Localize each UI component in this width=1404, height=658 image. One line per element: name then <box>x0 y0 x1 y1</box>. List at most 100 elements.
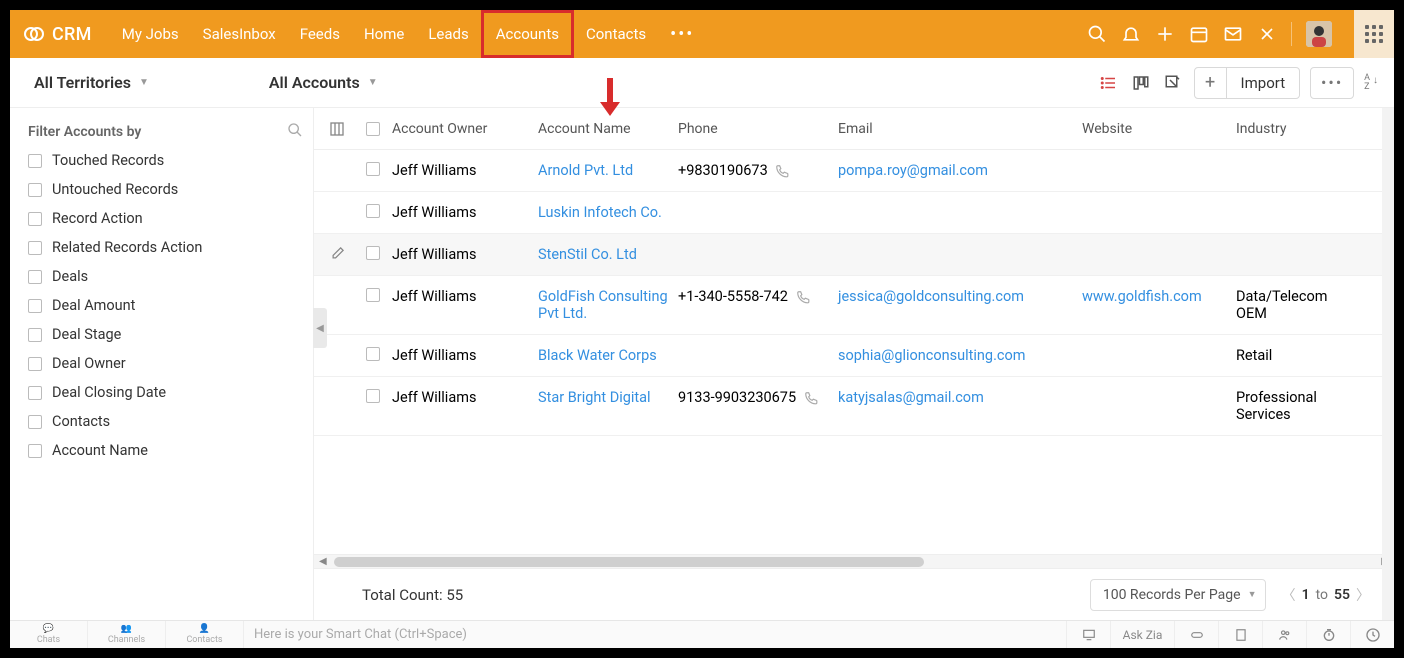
filter-item[interactable]: Untouched Records <box>28 181 303 198</box>
mail-icon[interactable] <box>1223 24 1243 44</box>
checkbox[interactable] <box>28 299 42 313</box>
canvas-view-icon[interactable] <box>1162 72 1184 94</box>
avatar[interactable] <box>1306 21 1332 47</box>
filter-item[interactable]: Related Records Action <box>28 239 303 256</box>
sort-az-button[interactable]: AZ <box>1364 74 1370 92</box>
table-row[interactable]: Jeff WilliamsGoldFish Consulting Pvt Ltd… <box>314 276 1394 335</box>
header-industry[interactable]: Industry <box>1236 121 1360 137</box>
nav-leads[interactable]: Leads <box>416 10 480 58</box>
smart-chat-hint[interactable]: Here is your Smart Chat (Ctrl+Space) <box>244 627 1066 642</box>
table-row[interactable]: Jeff WilliamsArnold Pvt. Ltd+9830190673 … <box>314 150 1394 192</box>
checkbox[interactable] <box>28 328 42 342</box>
phone-icon[interactable] <box>804 389 818 406</box>
filter-item[interactable]: Deal Closing Date <box>28 384 303 401</box>
phone-icon[interactable] <box>796 288 810 305</box>
pager-next[interactable]: 〉 <box>1356 585 1370 605</box>
nav-home[interactable]: Home <box>352 10 416 58</box>
bell-icon[interactable] <box>1121 24 1141 44</box>
table-row[interactable]: Jeff WilliamsStar Bright Digital9133-990… <box>314 377 1394 436</box>
vertical-scrollbar[interactable] <box>1382 108 1394 620</box>
email-link[interactable] <box>838 204 1082 221</box>
account-name-link[interactable]: StenStil Co. Ltd <box>538 246 678 263</box>
sidebar-collapse-handle[interactable]: ◀ <box>313 308 327 348</box>
filter-item[interactable]: Touched Records <box>28 152 303 169</box>
filter-search-icon[interactable] <box>287 122 303 142</box>
website-link[interactable] <box>1082 162 1236 179</box>
nav-feeds[interactable]: Feeds <box>288 10 352 58</box>
column-settings-icon[interactable] <box>320 121 354 137</box>
bottom-tab-chats[interactable]: 💬Chats <box>10 621 88 648</box>
website-link[interactable]: www.goldfish.com <box>1082 288 1236 322</box>
records-per-page-dropdown[interactable]: 100 Records Per Page ▼ <box>1090 579 1266 611</box>
row-checkbox[interactable] <box>366 162 380 176</box>
checkbox[interactable] <box>28 183 42 197</box>
website-link[interactable] <box>1082 389 1236 423</box>
website-link[interactable] <box>1082 246 1236 263</box>
website-link[interactable] <box>1082 204 1236 221</box>
account-name-link[interactable]: Arnold Pvt. Ltd <box>538 162 678 179</box>
filter-item[interactable]: Deals <box>28 268 303 285</box>
nav-salesinbox[interactable]: SalesInbox <box>191 10 288 58</box>
gamepad-icon[interactable] <box>1174 621 1218 649</box>
row-checkbox[interactable] <box>366 389 380 403</box>
filter-item[interactable]: Deal Stage <box>28 326 303 343</box>
checkbox[interactable] <box>28 270 42 284</box>
select-all-checkbox[interactable] <box>366 122 380 136</box>
row-checkbox[interactable] <box>366 204 380 218</box>
table-row[interactable]: Jeff WilliamsBlack Water Corpssophia@gli… <box>314 335 1394 377</box>
import-button[interactable]: + Import <box>1194 67 1301 99</box>
kanban-view-icon[interactable] <box>1130 72 1152 94</box>
table-row[interactable]: Jeff WilliamsStenStil Co. Ltd <box>314 234 1394 276</box>
apps-grid-icon[interactable] <box>1354 10 1394 58</box>
website-link[interactable] <box>1082 347 1236 364</box>
bottom-tab-contacts[interactable]: 👤Contacts <box>166 621 244 648</box>
note-icon[interactable] <box>1218 621 1262 649</box>
checkbox[interactable] <box>28 357 42 371</box>
header-phone[interactable]: Phone <box>678 121 838 137</box>
filter-item[interactable]: Account Name <box>28 442 303 459</box>
nav-accounts[interactable]: Accounts <box>481 10 574 58</box>
list-view-icon[interactable] <box>1098 72 1120 94</box>
history-icon[interactable] <box>1350 621 1394 649</box>
account-name-link[interactable]: GoldFish Consulting Pvt Ltd. <box>538 288 678 322</box>
pager-prev[interactable]: 〈 <box>1282 585 1296 605</box>
screen-icon[interactable] <box>1066 621 1110 649</box>
checkbox[interactable] <box>28 212 42 226</box>
account-name-link[interactable]: Star Bright Digital <box>538 389 678 423</box>
row-checkbox[interactable] <box>366 347 380 361</box>
email-link[interactable]: sophia@glionconsulting.com <box>838 347 1082 364</box>
brand-logo[interactable]: CRM <box>22 22 92 46</box>
ask-zia-button[interactable]: Ask Zia <box>1110 621 1174 649</box>
nav-my-jobs[interactable]: My Jobs <box>110 10 191 58</box>
edit-icon[interactable] <box>320 246 354 263</box>
checkbox[interactable] <box>28 444 42 458</box>
filter-item[interactable]: Deal Amount <box>28 297 303 314</box>
plus-icon[interactable] <box>1155 24 1175 44</box>
view-dropdown[interactable]: All Accounts ▼ <box>269 73 378 92</box>
phone-icon[interactable] <box>775 162 789 179</box>
email-link[interactable]: jessica@goldconsulting.com <box>838 288 1082 322</box>
header-email[interactable]: Email <box>838 121 1082 137</box>
header-website[interactable]: Website <box>1082 121 1236 137</box>
search-icon[interactable] <box>1087 24 1107 44</box>
more-actions-button[interactable]: ••• <box>1310 67 1354 99</box>
checkbox[interactable] <box>28 415 42 429</box>
checkbox[interactable] <box>28 386 42 400</box>
checkbox[interactable] <box>28 154 42 168</box>
row-checkbox[interactable] <box>366 288 380 302</box>
table-row[interactable]: Jeff WilliamsLuskin Infotech Co. <box>314 192 1394 234</box>
calendar-icon[interactable] <box>1189 24 1209 44</box>
nav-contacts[interactable]: Contacts <box>574 10 658 58</box>
bottom-tab-channels[interactable]: 👥Channels <box>88 621 166 648</box>
horizontal-scrollbar[interactable]: ◀ ▶ <box>314 554 1394 568</box>
checkbox[interactable] <box>28 241 42 255</box>
people-icon[interactable] <box>1262 621 1306 649</box>
filter-item[interactable]: Record Action <box>28 210 303 227</box>
filter-item[interactable]: Contacts <box>28 413 303 430</box>
filter-item[interactable]: Deal Owner <box>28 355 303 372</box>
row-checkbox[interactable] <box>366 246 380 260</box>
account-name-link[interactable]: Black Water Corps <box>538 347 678 364</box>
header-owner[interactable]: Account Owner <box>392 121 538 137</box>
email-link[interactable] <box>838 246 1082 263</box>
nav-more[interactable]: ••• <box>658 24 706 45</box>
